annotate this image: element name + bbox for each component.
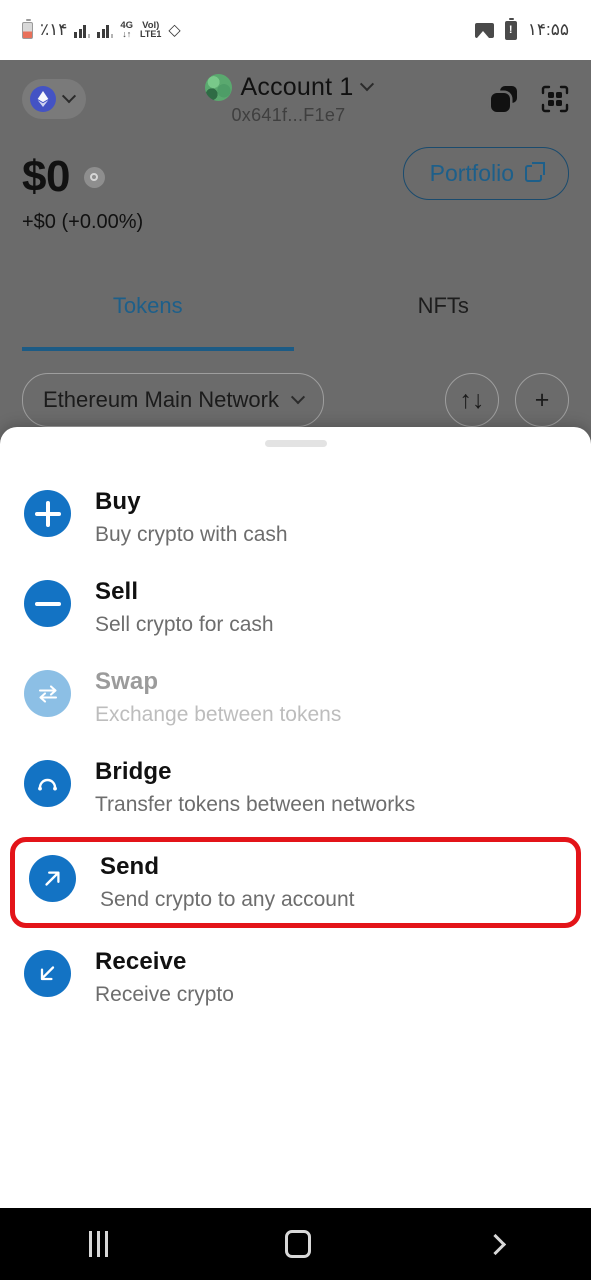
sheet-option-swap: Swap Exchange between tokens (0, 657, 591, 738)
qr-scan-icon[interactable] (541, 85, 569, 113)
sheet-option-text: Sell Sell crypto for cash (95, 578, 274, 637)
bluetooth-icon: ◇ (168, 22, 181, 39)
clock-label: ۱۴:۵۵ (527, 20, 569, 39)
sheet-option-title: Sell (95, 578, 139, 605)
sheet-option-text: Bridge Transfer tokens between networks (95, 758, 415, 817)
add-token-button[interactable]: + (515, 373, 569, 427)
battery-alert-icon: ! (504, 17, 517, 40)
wallet-top-actions (491, 85, 569, 113)
sheet-option-title: Receive (95, 948, 187, 975)
balance-amount: $0 (22, 152, 70, 201)
account-name-row[interactable]: Account 1 (204, 72, 375, 102)
volte-bottom-label: LTE1 (140, 29, 162, 40)
sheet-option-subtitle: Buy crypto with cash (95, 523, 288, 546)
sheet-option-bridge[interactable]: Bridge Transfer tokens between networks (0, 747, 591, 828)
arrow-down-left-icon (24, 950, 71, 997)
sheet-option-receive[interactable]: Receive Receive crypto (0, 937, 591, 1018)
tab-active-indicator (22, 347, 294, 351)
sheet-option-subtitle: Sell crypto for cash (95, 613, 274, 636)
ethereum-icon (30, 86, 56, 112)
portfolio-button[interactable]: Portfolio (402, 147, 569, 200)
sheet-option-text: Swap Exchange between tokens (95, 668, 341, 727)
sheet-option-subtitle: Exchange between tokens (95, 703, 342, 726)
chevron-down-icon (360, 77, 375, 92)
status-bar-left: ٪۱۴ 4G ↓↑ Vol) LTE1 ◇ (22, 19, 181, 40)
sheet-option-title: Buy (95, 488, 141, 515)
data-arrows-label: ↓↑ (122, 29, 132, 40)
mobile-data-icon: 4G ↓↑ (120, 21, 133, 40)
tokens-filter-row: Ethereum Main Network ↑↓ + (22, 373, 569, 427)
network-selector-pill[interactable] (22, 79, 86, 119)
tab-tokens[interactable]: Tokens (0, 293, 296, 341)
signal-bars-sim2-icon (97, 23, 114, 38)
balance-change-label: +$0 (+0.00%) (22, 211, 144, 233)
avatar (204, 73, 232, 101)
portfolio-button-label: Portfolio (429, 160, 514, 186)
status-bar-right: ! ۱۴:۵۵ (474, 17, 569, 40)
sheet-option-text: Send Send crypto to any account (100, 853, 355, 912)
sheet-option-title: Swap (95, 668, 159, 695)
sheet-option-subtitle: Transfer tokens between networks (95, 793, 416, 816)
sheet-option-text: Receive Receive crypto (95, 948, 234, 1007)
sheet-option-subtitle: Send crypto to any account (100, 888, 355, 911)
actions-bottom-sheet: Buy Buy crypto with cash Sell Sell crypt… (0, 427, 591, 1280)
balance-row: $0 (22, 155, 143, 199)
external-link-icon (525, 162, 545, 182)
sheet-option-subtitle: Receive crypto (95, 983, 234, 1006)
swap-arrows-icon (24, 670, 71, 717)
battery-low-icon (22, 19, 33, 39)
image-icon (474, 22, 494, 38)
sort-arrows-icon[interactable]: ↑↓ (445, 373, 499, 427)
account-name-label: Account 1 (240, 72, 354, 101)
copy-address-icon[interactable] (491, 86, 517, 112)
sheet-option-text: Buy Buy crypto with cash (95, 488, 288, 547)
volte-icon: Vol) LTE1 (140, 21, 161, 40)
recents-icon[interactable] (88, 1231, 108, 1257)
chevron-down-icon (290, 390, 306, 405)
account-address-label: 0x641f...F1e7 (231, 104, 346, 125)
sheet-option-sell[interactable]: Sell Sell crypto for cash (0, 567, 591, 648)
tab-nfts[interactable]: NFTs (296, 293, 591, 341)
status-bar: ٪۱۴ 4G ↓↑ Vol) LTE1 ◇ ! ۱۴:۵۵ (0, 0, 591, 60)
account-selector[interactable]: Account 1 0x641f...F1e7 (86, 73, 491, 126)
minus-circle-icon (24, 580, 71, 627)
network-filter-chip[interactable]: Ethereum Main Network (22, 373, 324, 427)
bridge-arch-icon (24, 760, 71, 807)
sheet-option-send[interactable]: Send Send crypto to any account (10, 837, 581, 928)
battery-percent-label: ٪۱۴ (40, 20, 68, 39)
android-navigation-bar (0, 1208, 591, 1280)
sheet-option-buy[interactable]: Buy Buy crypto with cash (0, 477, 591, 558)
home-icon[interactable] (284, 1230, 311, 1258)
signal-bars-sim1-icon (74, 23, 91, 38)
back-icon[interactable] (484, 1233, 506, 1255)
drag-handle[interactable] (264, 440, 327, 447)
wallet-screen: Account 1 0x641f...F1e7 $0 +$0 (+0.00%) … (0, 60, 591, 1280)
sheet-option-title: Send (100, 853, 160, 880)
chevron-down-icon (61, 89, 77, 104)
wallet-top-bar: Account 1 0x641f...F1e7 (0, 60, 591, 138)
sheet-option-title: Bridge (95, 758, 172, 785)
eye-hide-icon[interactable] (83, 166, 105, 188)
plus-circle-icon (24, 490, 71, 537)
arrow-up-right-icon (29, 855, 76, 902)
wallet-tabs: Tokens NFTs (0, 293, 591, 341)
network-filter-label: Ethereum Main Network (43, 387, 279, 412)
balance-block: $0 +$0 (+0.00%) (22, 155, 143, 234)
